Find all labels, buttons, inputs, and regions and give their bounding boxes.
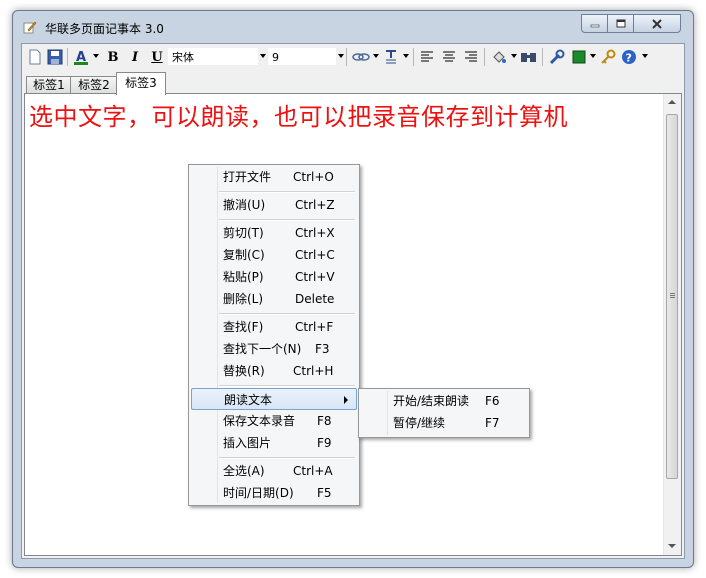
notepad-app-icon (23, 20, 37, 34)
vertical-scrollbar[interactable] (663, 94, 681, 555)
color-block-button[interactable] (570, 48, 588, 66)
italic-icon: I (131, 49, 139, 65)
align-right-button[interactable] (462, 48, 480, 66)
new-file-icon (29, 49, 41, 65)
help-button[interactable]: ? (620, 48, 638, 66)
format-button[interactable] (382, 48, 400, 66)
toolbar: A B I U 宋体 9 ? (22, 44, 684, 70)
scroll-down-arrow[interactable] (668, 544, 676, 548)
menu-item-cut[interactable]: 剪切(T) Ctrl+X (191, 222, 357, 244)
tools-icon (549, 49, 565, 65)
minimize-button[interactable] (581, 14, 608, 33)
find-icon (521, 53, 536, 62)
menu-item-insert-image[interactable]: 插入图片 F9 (191, 432, 357, 454)
find-button[interactable] (520, 48, 538, 66)
editor-content[interactable]: 选中文字，可以朗读，也可以把录音保存到计算机 (29, 97, 568, 132)
underline-button[interactable]: U (148, 48, 166, 66)
link-icon (352, 53, 370, 61)
menu-item-undo[interactable]: 撤消(U) Ctrl+Z (191, 194, 357, 216)
fill-color-button[interactable] (490, 48, 508, 66)
menu-item-select-all[interactable]: 全选(A) Ctrl+A (191, 460, 357, 482)
menu-item-open-file[interactable]: 打开文件 Ctrl+O (191, 166, 357, 188)
svg-text:?: ? (626, 52, 632, 65)
tools-button[interactable] (548, 48, 566, 66)
align-left-icon (421, 51, 433, 62)
font-name-select[interactable]: 宋体 (168, 48, 258, 65)
underline-icon: U (151, 49, 163, 65)
title-bar[interactable]: 华联多页面记事本 3.0 (13, 11, 693, 43)
maximize-button[interactable] (607, 14, 634, 33)
align-center-icon (443, 51, 455, 62)
menu-item-find[interactable]: 查找(F) Ctrl+F (191, 316, 357, 338)
menu-item-paste[interactable]: 粘贴(P) Ctrl+V (191, 266, 357, 288)
close-icon (652, 18, 662, 29)
scroll-thumb[interactable] (666, 114, 678, 479)
save-button[interactable] (46, 48, 64, 66)
scroll-up-arrow[interactable] (668, 100, 676, 104)
maximize-icon (616, 19, 625, 28)
format-icon (386, 50, 396, 64)
font-color-button[interactable]: A (72, 48, 90, 66)
tab-2[interactable]: 标签2 (70, 76, 118, 94)
menu-item-delete[interactable]: 删除(L) Delete (191, 288, 357, 310)
tab-1[interactable]: 标签1 (26, 76, 72, 94)
color-block-icon (572, 50, 586, 64)
read-aloud-submenu: 开始/结束朗读 F6 暂停/继续 F7 (358, 388, 530, 438)
menu-item-find-next[interactable]: 查找下一个(N) F3 (191, 338, 357, 360)
font-color-icon: A (74, 50, 88, 65)
menu-item-save-recording[interactable]: 保存文本录音 F8 (191, 410, 357, 432)
submenu-item-start-stop[interactable]: 开始/结束朗读 F6 (361, 390, 527, 412)
help-icon: ? (622, 50, 636, 65)
menu-item-time-date[interactable]: 时间/日期(D) F5 (191, 482, 357, 504)
context-menu: 打开文件 Ctrl+O 撤消(U) Ctrl+Z 剪切(T) Ctrl+X 复制(C)… (188, 164, 360, 506)
key-icon (601, 49, 616, 64)
menu-item-copy[interactable]: 复制(C) Ctrl+C (191, 244, 357, 266)
minimize-icon (590, 24, 599, 27)
menu-item-replace[interactable]: 替换(R) Ctrl+H (191, 360, 357, 382)
menu-item-read-aloud[interactable]: 朗读文本 (191, 388, 357, 410)
align-left-button[interactable] (418, 48, 436, 66)
new-file-button[interactable] (26, 48, 44, 66)
link-button[interactable] (352, 48, 370, 66)
align-right-icon (465, 51, 477, 62)
font-size-select[interactable]: 9 (268, 48, 336, 65)
tab-3[interactable]: 标签3 (116, 72, 166, 95)
bold-button[interactable]: B (104, 48, 122, 66)
italic-button[interactable]: I (126, 48, 144, 66)
close-button[interactable] (633, 14, 681, 33)
fill-color-icon (493, 51, 506, 63)
save-icon (47, 49, 63, 65)
submenu-arrow-icon (344, 396, 348, 404)
key-button[interactable] (599, 48, 617, 66)
align-center-button[interactable] (440, 48, 458, 66)
submenu-item-pause-resume[interactable]: 暂停/继续 F7 (361, 412, 527, 434)
bold-icon: B (107, 49, 119, 65)
window-title: 华联多页面记事本 3.0 (45, 22, 164, 36)
